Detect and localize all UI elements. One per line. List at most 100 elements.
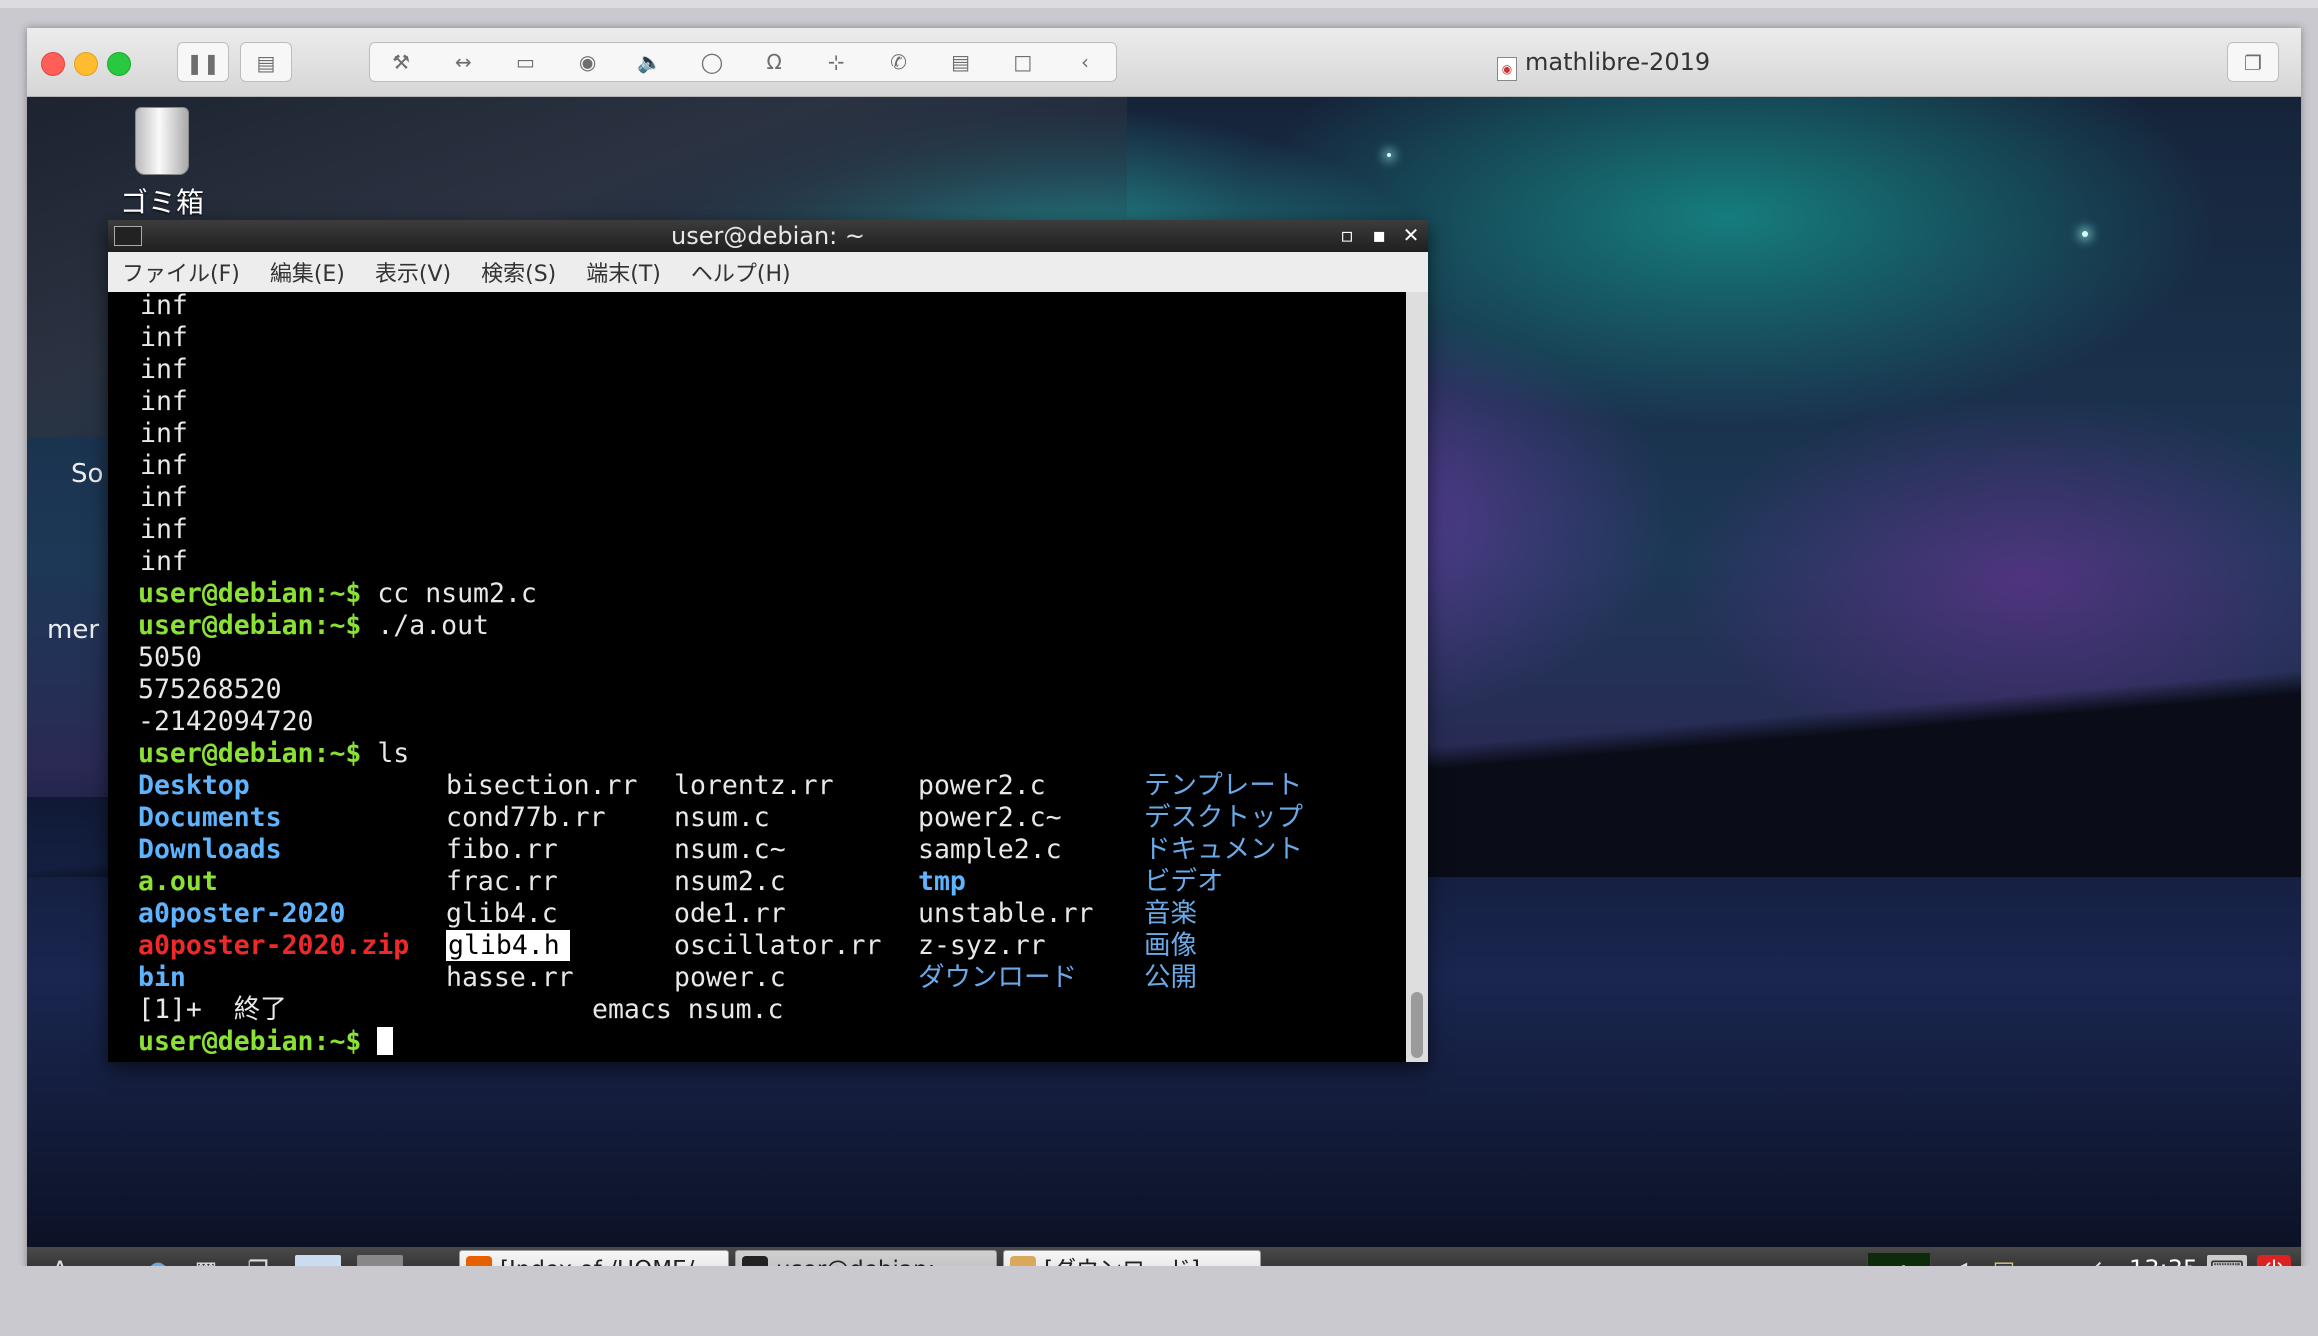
command-line: user@debian:~$ ls — [138, 738, 409, 770]
scrollbar-thumb[interactable] — [1411, 992, 1423, 1058]
ls-file: cond77b.rr — [446, 802, 606, 833]
snapshot-icon[interactable]: ▤ — [240, 42, 292, 82]
terminal-icon — [114, 226, 142, 246]
output-line: inf — [140, 386, 188, 417]
webcam-icon[interactable]: ◉ — [557, 50, 619, 74]
trash-desktop-icon[interactable]: ゴミ箱 — [87, 107, 237, 221]
output-line: inf — [140, 514, 188, 545]
menu-edit[interactable]: 編集(E) — [270, 256, 345, 288]
close-window-button[interactable] — [41, 52, 65, 76]
output-line: 575268520 — [138, 674, 282, 705]
menu-view[interactable]: 表示(V) — [375, 256, 451, 288]
output-line: inf — [140, 322, 188, 353]
maximize-icon[interactable]: ▪ — [1364, 220, 1394, 252]
output-line: inf — [140, 418, 188, 449]
output-line: inf — [140, 450, 188, 481]
output-line: -2142094720 — [138, 706, 314, 737]
fullscreen-icon[interactable]: ❐ — [2227, 42, 2279, 82]
close-icon[interactable]: ✕ — [1396, 220, 1426, 252]
output-line: inf — [140, 546, 188, 577]
terminal-title: user@debian: ~ — [671, 222, 865, 250]
ls-archive: a0poster-2020.zip — [138, 930, 410, 961]
output-line: inf — [140, 354, 188, 385]
ls-directory: tmp — [918, 866, 966, 897]
ls-file: fibo.rr — [446, 834, 558, 865]
ls-directory: Downloads — [138, 834, 282, 865]
command-text: cc nsum2.c — [361, 578, 537, 609]
ls-file: ode1.rr — [674, 898, 786, 929]
mouse-icon[interactable]: ◯ — [681, 50, 743, 74]
ls-file: lorentz.rr — [674, 770, 834, 801]
ls-file: z-syz.rr — [918, 930, 1046, 961]
storage-icon[interactable]: ▤ — [930, 50, 992, 74]
speaker-icon[interactable]: 🔈 — [619, 50, 681, 74]
ls-file: bisection.rr — [446, 770, 638, 801]
hidden-desktop-icon-label: mer — [47, 615, 100, 645]
ls-directory: bin — [138, 962, 186, 993]
terminal-menubar: ファイル(F) 編集(E) 表示(V) 検索(S) 端末(T) ヘルプ(H) — [108, 252, 1428, 293]
ls-file: power.c — [674, 962, 786, 993]
phone-icon[interactable]: ✆ — [867, 50, 929, 74]
ls-directory: ビデオ — [1144, 866, 1224, 897]
ls-directory: 公開 — [1144, 962, 1197, 993]
ls-file-selected: glib4.h — [446, 930, 570, 962]
ls-executable: a.out — [138, 866, 218, 897]
command-text: ./a.out — [361, 610, 490, 641]
document-icon: ◉ — [1497, 57, 1517, 81]
vm-title-text: mathlibre-2019 — [1525, 48, 1711, 76]
wrench-icon[interactable]: ⚒ — [370, 50, 432, 74]
ls-file: nsum2.c — [674, 866, 786, 897]
command-line[interactable]: user@debian:~$ — [138, 1026, 394, 1058]
code-arrows-icon[interactable]: ↔ — [432, 50, 494, 74]
vm-window: ❚❚ ▤ ⚒ ↔ ▭ ◉ 🔈 ◯ Ω ⊹ ✆ ▤ □ ‹ ◉ mathlibre-… — [27, 28, 2301, 1294]
vm-toolbar-group: ⚒ ↔ ▭ ◉ 🔈 ◯ Ω ⊹ ✆ ▤ □ ‹ — [369, 42, 1117, 82]
ls-file: nsum.c — [674, 802, 770, 833]
host-background — [0, 1266, 2318, 1336]
chevron-left-icon[interactable]: ‹ — [1054, 50, 1116, 74]
usb-icon[interactable]: ⊹ — [805, 50, 867, 74]
ls-file: hasse.rr — [446, 962, 574, 993]
scrollbar[interactable] — [1406, 292, 1428, 1062]
ls-file: frac.rr — [446, 866, 558, 897]
shared-folder-icon[interactable]: □ — [992, 50, 1054, 74]
prompt: user@debian:~$ — [138, 578, 362, 609]
ls-directory: 画像 — [1144, 930, 1197, 961]
terminal-titlebar[interactable]: user@debian: ~ ▫ ▪ ✕ — [108, 220, 1428, 252]
prompt: user@debian:~$ — [138, 1026, 362, 1057]
output-line: 5050 — [138, 642, 202, 673]
pause-icon[interactable]: ❚❚ — [177, 42, 229, 82]
terminal-output[interactable]: inf inf inf inf inf inf inf inf inf user… — [108, 290, 1406, 1062]
headphones-icon[interactable]: Ω — [743, 50, 805, 74]
ls-file: glib4.c — [446, 898, 558, 929]
command-text: ls — [361, 738, 410, 769]
job-command: emacs nsum.c — [592, 994, 784, 1025]
ls-directory: デスクトップ — [1144, 802, 1303, 833]
ls-directory: Documents — [138, 802, 282, 833]
top-strip — [0, 0, 2318, 8]
ls-file: oscillator.rr — [674, 930, 882, 961]
ls-file: power2.c~ — [918, 802, 1062, 833]
ls-directory: テンプレート — [1144, 770, 1303, 801]
star — [2082, 231, 2088, 237]
menu-help[interactable]: ヘルプ(H) — [691, 256, 791, 288]
prompt: user@debian:~$ — [138, 610, 362, 641]
drive-icon[interactable]: ▭ — [494, 50, 556, 74]
zoom-window-button[interactable] — [107, 52, 131, 76]
trash-icon — [135, 107, 189, 175]
hidden-desktop-icon-label: So — [71, 459, 104, 489]
output-line: inf — [140, 290, 188, 321]
trash-label: ゴミ箱 — [119, 186, 204, 219]
minimize-icon[interactable]: ▫ — [1332, 220, 1362, 252]
minimize-window-button[interactable] — [74, 52, 98, 76]
menu-search[interactable]: 検索(S) — [481, 256, 556, 288]
command-line: user@debian:~$ ./a.out — [138, 610, 489, 642]
menu-file[interactable]: ファイル(F) — [122, 256, 240, 288]
ls-directory: Desktop — [138, 770, 250, 801]
output-line: inf — [140, 482, 188, 513]
terminal-cursor — [377, 1027, 394, 1055]
selection-highlight: glib4.h — [446, 930, 570, 961]
ls-file: nsum.c~ — [674, 834, 786, 865]
command-line: user@debian:~$ cc nsum2.c — [138, 578, 537, 610]
job-status: [1]+ 終了 — [138, 994, 287, 1025]
menu-terminal[interactable]: 端末(T) — [586, 256, 661, 288]
